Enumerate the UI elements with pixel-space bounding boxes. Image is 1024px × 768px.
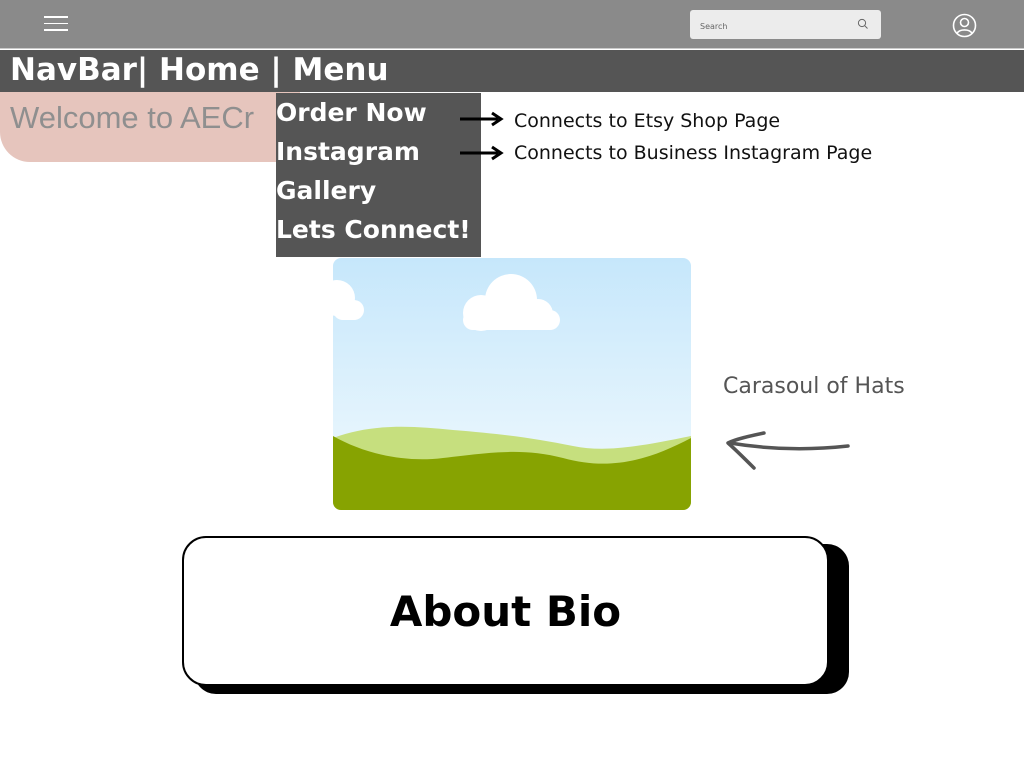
search-input[interactable] — [698, 17, 852, 35]
arrow-right-icon — [460, 111, 504, 127]
menu-item-order-now[interactable]: Order Now — [276, 98, 427, 127]
user-circle-icon[interactable] — [952, 13, 977, 38]
menu-item-lets-connect[interactable]: Lets Connect! — [276, 215, 471, 244]
nav-bar-title[interactable]: NavBar| Home | Menu — [10, 52, 389, 88]
note-etsy: Connects to Etsy Shop Page — [514, 110, 781, 132]
landscape-image-icon[interactable] — [333, 258, 691, 510]
carousel-label: Carasoul of Hats — [723, 374, 905, 399]
menu-item-gallery[interactable]: Gallery — [276, 176, 376, 205]
hamburger-menu-icon[interactable] — [44, 16, 68, 32]
nav-bar: NavBar| Home | Menu — [0, 50, 1024, 92]
menu-item-instagram[interactable]: Instagram — [276, 137, 420, 166]
note-instagram: Connects to Business Instagram Page — [514, 142, 873, 164]
welcome-heading: Welcome to AECr — [10, 100, 255, 135]
arrow-right-icon — [460, 145, 504, 161]
about-bio-label: About Bio — [389, 586, 622, 636]
search-box[interactable] — [690, 10, 881, 39]
menu-dropdown: Order Now Instagram Gallery Lets Connect… — [276, 93, 481, 257]
top-bar — [0, 0, 1024, 49]
search-icon[interactable] — [857, 18, 869, 30]
arrow-left-icon — [726, 431, 850, 470]
about-bio-button[interactable]: About Bio — [182, 536, 829, 686]
